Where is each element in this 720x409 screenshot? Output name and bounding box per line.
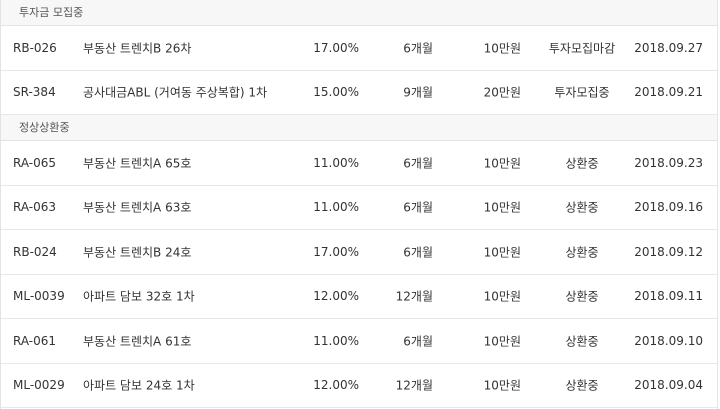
product-code: ML-0029 xyxy=(13,378,65,393)
product-name[interactable]: 부동산 트렌치A 65호 xyxy=(83,154,293,171)
term: 9개월 xyxy=(403,85,433,100)
interest-rate: 15.00% xyxy=(313,85,359,100)
interest-rate: 12.00% xyxy=(313,289,359,304)
section-header-repaying: 정상상환중 xyxy=(1,115,717,141)
product-name[interactable]: 아파트 담보 32호 1차 xyxy=(83,288,293,305)
min-amount: 10만원 xyxy=(483,289,521,304)
date: 2018.09.21 xyxy=(634,85,703,100)
term: 6개월 xyxy=(403,334,433,349)
section-header-recruiting: 투자금 모집중 xyxy=(1,0,717,26)
date: 2018.09.10 xyxy=(634,333,703,348)
status: 상환중 xyxy=(565,334,599,349)
status: 상환중 xyxy=(565,200,599,215)
interest-rate: 17.00% xyxy=(313,244,359,259)
term: 6개월 xyxy=(403,41,433,56)
product-code: SR-384 xyxy=(13,85,56,100)
product-list: 투자금 모집중 RB-026 부동산 트렌치B 26차 17.00% 6개월 1… xyxy=(0,0,718,409)
term: 6개월 xyxy=(403,200,433,215)
table-row[interactable]: ML-0029 아파트 담보 24호 1차 12.00% 12개월 10만원 상… xyxy=(1,364,717,408)
table-row[interactable]: SR-384 공사대금ABL (거여동 주상복합) 1차 15.00% 9개월 … xyxy=(1,71,717,115)
min-amount: 10만원 xyxy=(483,156,521,171)
min-amount: 20만원 xyxy=(483,85,521,100)
interest-rate: 17.00% xyxy=(313,40,359,55)
product-name[interactable]: 부동산 트렌치B 26차 xyxy=(83,39,293,56)
date: 2018.09.16 xyxy=(634,200,703,215)
term: 6개월 xyxy=(403,156,433,171)
term: 12개월 xyxy=(395,378,433,393)
date: 2018.09.27 xyxy=(634,40,703,55)
table-row[interactable]: RA-065 부동산 트렌치A 65호 11.00% 6개월 10만원 상환중 … xyxy=(1,141,717,186)
product-code: RB-024 xyxy=(13,244,57,259)
min-amount: 10만원 xyxy=(483,245,521,260)
product-code: RB-026 xyxy=(13,40,57,55)
interest-rate: 11.00% xyxy=(313,200,359,215)
term: 6개월 xyxy=(403,245,433,260)
product-code: ML-0039 xyxy=(13,289,65,304)
product-code: RA-061 xyxy=(13,333,57,348)
product-name[interactable]: 부동산 트렌치B 24호 xyxy=(83,243,293,260)
table-row[interactable]: RA-061 부동산 트렌치A 61호 11.00% 6개월 10만원 상환중 … xyxy=(1,319,717,364)
status: 상환중 xyxy=(565,245,599,260)
status: 상환중 xyxy=(565,289,599,304)
product-name[interactable]: 부동산 트렌치A 63호 xyxy=(83,199,293,216)
date: 2018.09.12 xyxy=(634,244,703,259)
status: 투자모집마감 xyxy=(548,41,616,56)
table-row[interactable]: RA-063 부동산 트렌치A 63호 11.00% 6개월 10만원 상환중 … xyxy=(1,186,717,230)
product-name[interactable]: 공사대금ABL (거여동 주상복합) 1차 xyxy=(83,84,293,101)
date: 2018.09.04 xyxy=(634,378,703,393)
date: 2018.09.23 xyxy=(634,155,703,170)
product-code: RA-063 xyxy=(13,200,57,215)
term: 12개월 xyxy=(395,289,433,304)
interest-rate: 11.00% xyxy=(313,155,359,170)
interest-rate: 11.00% xyxy=(313,333,359,348)
status: 상환중 xyxy=(565,378,599,393)
interest-rate: 12.00% xyxy=(313,378,359,393)
min-amount: 10만원 xyxy=(483,378,521,393)
product-name[interactable]: 부동산 트렌치A 61호 xyxy=(83,332,293,349)
min-amount: 10만원 xyxy=(483,41,521,56)
table-row[interactable]: ML-0039 아파트 담보 32호 1차 12.00% 12개월 10만원 상… xyxy=(1,275,717,319)
table-row[interactable]: RB-026 부동산 트렌치B 26차 17.00% 6개월 10만원 투자모집… xyxy=(1,26,717,71)
status: 상환중 xyxy=(565,156,599,171)
product-name[interactable]: 아파트 담보 24호 1차 xyxy=(83,377,293,394)
date: 2018.09.11 xyxy=(634,289,703,304)
status: 투자모집중 xyxy=(554,85,610,100)
product-code: RA-065 xyxy=(13,155,57,170)
min-amount: 10만원 xyxy=(483,200,521,215)
table-row[interactable]: RB-024 부동산 트렌치B 24호 17.00% 6개월 10만원 상환중 … xyxy=(1,230,717,275)
min-amount: 10만원 xyxy=(483,334,521,349)
